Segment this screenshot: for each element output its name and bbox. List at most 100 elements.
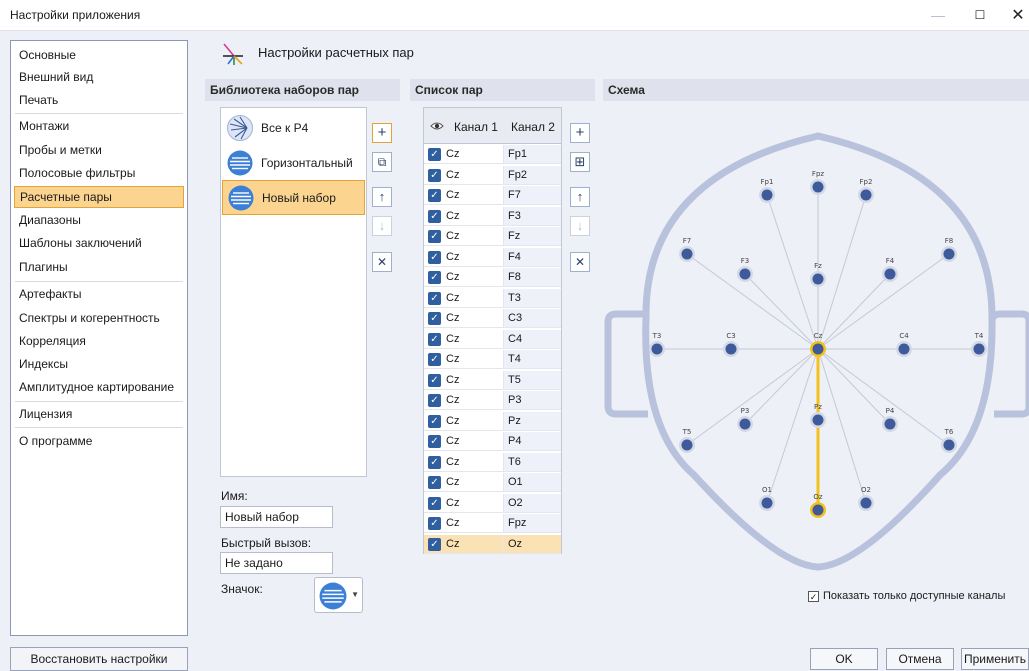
only-available-checkbox[interactable]: ✓ Показать только доступные каналы (808, 590, 1005, 602)
delete-set-button[interactable]: ✕ (372, 252, 392, 272)
sidebar-item-amplitude-mapping[interactable]: Амплитудное картирование (14, 376, 184, 398)
name-field[interactable]: Новый набор (220, 506, 333, 528)
table-row[interactable]: ✓ Cz F3 (424, 206, 561, 226)
row-visible-checkbox[interactable]: ✓ (428, 537, 441, 551)
table-row[interactable]: ✓ Cz C3 (424, 309, 561, 328)
table-row[interactable]: ✓ Cz T4 (424, 350, 561, 369)
sidebar-item-general[interactable]: Основные (14, 44, 184, 66)
electrode-o1[interactable]: O1 (759, 486, 775, 511)
table-row[interactable]: ✓ Cz F7 (424, 186, 561, 205)
electrode-o2[interactable]: O2 (858, 486, 874, 511)
add-multiple-pairs-button[interactable]: ⊞ (570, 152, 590, 172)
cell-channel-1[interactable]: Cz (446, 415, 459, 427)
electrode-fpz[interactable]: Fpz (810, 170, 826, 195)
row-visible-checkbox[interactable]: ✓ (428, 168, 441, 182)
cell-channel-1[interactable]: Cz (446, 292, 459, 304)
cell-channel-1[interactable]: Cz (446, 394, 459, 406)
row-visible-checkbox[interactable]: ✓ (428, 148, 441, 161)
cell-channel-1[interactable]: Cz (446, 333, 459, 345)
cell-channel-2[interactable]: C3 (503, 309, 561, 327)
cell-channel-1[interactable]: Cz (446, 538, 459, 550)
cell-channel-2[interactable]: Fp1 (503, 145, 561, 163)
sidebar-item-artifacts[interactable]: Артефакты (14, 283, 184, 305)
electrode-fp1[interactable]: Fp1 (759, 178, 775, 203)
cell-channel-1[interactable]: Cz (446, 517, 459, 529)
electrode-cz[interactable]: Cz (810, 332, 826, 357)
cell-channel-2[interactable]: T3 (503, 288, 561, 307)
cell-channel-2[interactable]: T5 (503, 370, 561, 389)
row-visible-checkbox[interactable]: ✓ (428, 394, 441, 407)
row-visible-checkbox[interactable]: ✓ (428, 291, 441, 305)
move-pair-up-button[interactable]: ↑ (570, 187, 590, 207)
table-row[interactable]: ✓ Cz P4 (424, 432, 561, 451)
cell-channel-2[interactable]: Oz (503, 534, 561, 553)
add-set-button[interactable]: + (372, 123, 392, 143)
move-set-down-button[interactable]: ↓ (372, 216, 392, 236)
table-row[interactable]: ✓ Cz Fp1 (424, 145, 561, 164)
cell-channel-2[interactable]: P3 (503, 391, 561, 409)
minimize-button[interactable]: — (920, 0, 956, 31)
row-visible-checkbox[interactable]: ✓ (428, 312, 441, 325)
eye-icon[interactable] (430, 119, 444, 133)
cancel-button[interactable]: Отмена (886, 648, 954, 670)
cell-channel-1[interactable]: Cz (446, 251, 459, 263)
sidebar-item-tests-marks[interactable]: Пробы и метки (14, 139, 184, 161)
column-header-ch2[interactable]: Канал 2 (511, 120, 555, 134)
electrode-f4[interactable]: F4 (882, 257, 898, 282)
column-header-ch1[interactable]: Канал 1 (454, 120, 498, 134)
delete-pair-button[interactable]: ✕ (570, 252, 590, 272)
cell-channel-2[interactable]: Pz (503, 411, 561, 430)
sidebar-item-print[interactable]: Печать (14, 89, 184, 111)
electrode-oz[interactable]: Oz (810, 493, 826, 518)
cell-channel-1[interactable]: Cz (446, 456, 459, 468)
sidebar-item-indexes[interactable]: Индексы (14, 353, 184, 375)
sidebar-item-bandpass-filters[interactable]: Полосовые фильтры (14, 162, 184, 184)
ok-button[interactable]: OK (810, 648, 878, 670)
row-visible-checkbox[interactable]: ✓ (428, 414, 441, 428)
table-row[interactable]: ✓ Cz Fp2 (424, 165, 561, 185)
apply-button[interactable]: Применить (961, 648, 1029, 670)
cell-channel-1[interactable]: Cz (446, 210, 459, 222)
sidebar-item-plugins[interactable]: Плагины (14, 256, 184, 278)
electrode-fz[interactable]: Fz (810, 262, 826, 287)
table-row[interactable]: ✓ Cz T3 (424, 288, 561, 308)
row-visible-checkbox[interactable]: ✓ (428, 189, 441, 202)
cell-channel-2[interactable]: F4 (503, 247, 561, 266)
maximize-button[interactable]: ☐ (962, 0, 998, 31)
hotkey-field[interactable]: Не задано (220, 552, 333, 574)
electrode-c3[interactable]: C3 (723, 332, 739, 357)
table-row[interactable]: ✓ Cz Oz (424, 534, 561, 554)
cell-channel-1[interactable]: Cz (446, 271, 459, 283)
electrode-f7[interactable]: F7 (679, 237, 695, 262)
row-visible-checkbox[interactable]: ✓ (428, 250, 441, 264)
table-row[interactable]: ✓ Cz O1 (424, 473, 561, 492)
cell-channel-2[interactable]: Fz (503, 227, 561, 245)
cell-channel-1[interactable]: Cz (446, 169, 459, 181)
cell-channel-1[interactable]: Cz (446, 476, 459, 488)
electrode-t5[interactable]: T5 (679, 428, 695, 453)
copy-set-button[interactable]: ⧉ (372, 152, 392, 172)
add-pair-button[interactable]: + (570, 123, 590, 143)
cell-channel-2[interactable]: O1 (503, 473, 561, 491)
row-visible-checkbox[interactable]: ✓ (428, 435, 441, 448)
electrode-t6[interactable]: T6 (941, 428, 957, 453)
cell-channel-2[interactable]: C4 (503, 329, 561, 348)
cell-channel-2[interactable]: P4 (503, 432, 561, 450)
table-row[interactable]: ✓ Cz Pz (424, 411, 561, 431)
cell-channel-2[interactable]: T4 (503, 350, 561, 368)
sidebar-item-appearance[interactable]: Внешний вид (14, 66, 184, 88)
move-set-up-button[interactable]: ↑ (372, 187, 392, 207)
table-row[interactable]: ✓ Cz Fz (424, 227, 561, 246)
table-row[interactable]: ✓ Cz P3 (424, 391, 561, 410)
cell-channel-2[interactable]: F7 (503, 186, 561, 204)
electrode-p3[interactable]: P3 (737, 407, 753, 432)
cell-channel-1[interactable]: Cz (446, 148, 459, 160)
close-button[interactable]: ✕ (1000, 0, 1029, 31)
table-row[interactable]: ✓ Cz F4 (424, 247, 561, 267)
row-visible-checkbox[interactable]: ✓ (428, 373, 441, 387)
electrode-f3[interactable]: F3 (737, 257, 753, 282)
move-pair-down-button[interactable]: ↓ (570, 216, 590, 236)
sidebar-item-calc-pairs[interactable]: Расчетные пары (14, 186, 184, 208)
table-row[interactable]: ✓ Cz O2 (424, 493, 561, 513)
list-item[interactable]: Горизонтальный (222, 146, 365, 181)
